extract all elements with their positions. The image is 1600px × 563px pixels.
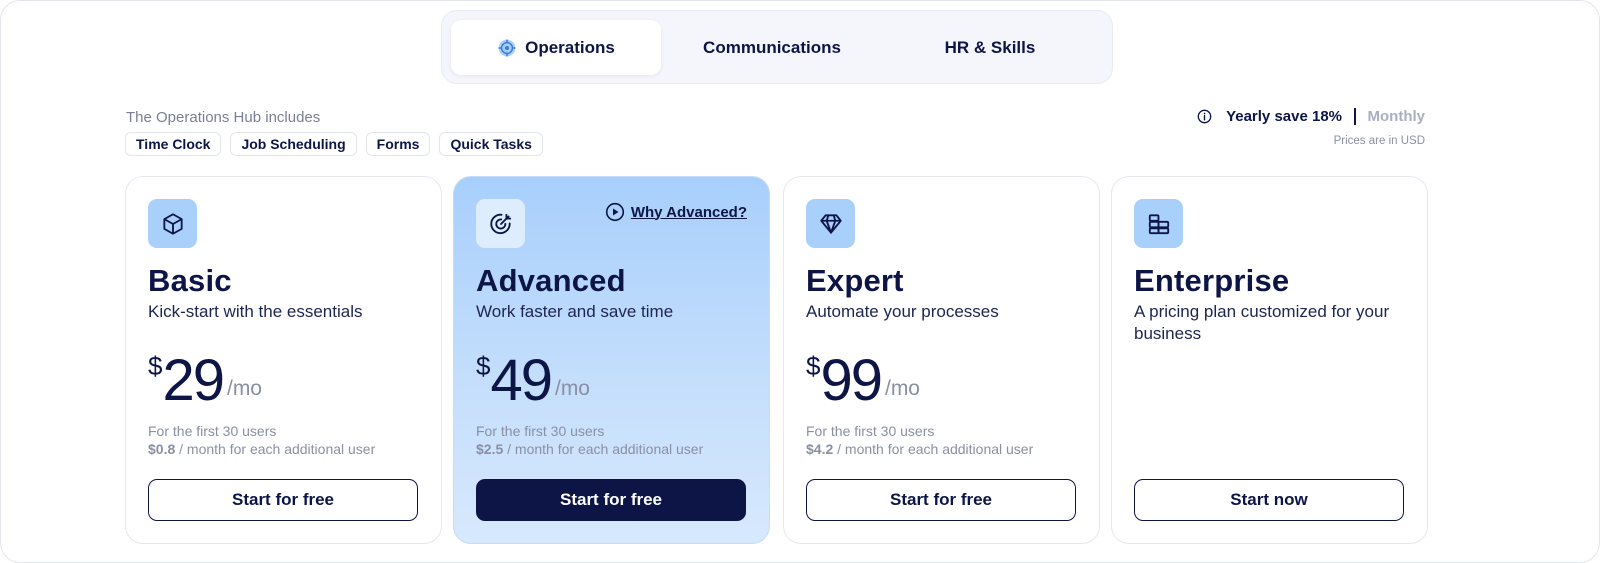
pricing-panel: Operations Communications HR & Skills Th… <box>0 0 1600 563</box>
price-period: /mo <box>884 377 920 400</box>
play-circle-icon <box>605 202 624 222</box>
feature-chips: Time Clock Job Scheduling Forms Quick Ta… <box>125 132 543 156</box>
tab-communications-label: Communications <box>703 37 841 57</box>
plan-icon-box <box>1134 199 1183 248</box>
plan-name: Advanced <box>476 263 626 298</box>
start-now-button[interactable]: Start now <box>1134 479 1404 521</box>
billing-divider <box>1354 108 1356 125</box>
hub-tabs: Operations Communications HR & Skills <box>441 10 1113 84</box>
tab-hr-skills-label: HR & Skills <box>944 37 1036 57</box>
plan-card-advanced: Why Advanced? Advanced Work faster and s… <box>453 176 770 544</box>
price-currency: $ <box>806 351 821 381</box>
extra-price-text: / month for each additional user <box>833 441 1034 457</box>
plan-icon-box <box>476 199 525 248</box>
plan-icon-box <box>148 199 197 248</box>
price-period: /mo <box>554 377 590 400</box>
plan-icon-box <box>806 199 855 248</box>
plan-name: Basic <box>148 263 232 298</box>
plan-extra-user-price: $4.2 / month for each additional user <box>806 441 1033 457</box>
why-advanced-link[interactable]: Why Advanced? <box>605 202 747 222</box>
start-for-free-button[interactable]: Start for free <box>806 479 1076 521</box>
price-amount: 29 <box>162 348 224 413</box>
chip-time-clock[interactable]: Time Clock <box>125 132 222 156</box>
plan-user-note: For the first 30 users <box>806 423 935 439</box>
extra-price-value: $4.2 <box>806 441 834 457</box>
plan-subtitle: Work faster and save time <box>476 302 674 321</box>
plan-card-enterprise: Enterprise A pricing plan customized for… <box>1111 176 1428 544</box>
billing-yearly-option[interactable]: Yearly save 18% <box>1226 108 1342 125</box>
plan-subtitle: Kick-start with the essentials <box>148 302 363 321</box>
extra-price-value: $2.5 <box>476 441 504 457</box>
gear-badge-icon <box>498 38 516 57</box>
start-for-free-button[interactable]: Start for free <box>148 479 418 521</box>
extra-price-text: / month for each additional user <box>175 441 376 457</box>
diamond-icon <box>819 213 842 234</box>
extra-price-text: / month for each additional user <box>503 441 704 457</box>
cube-icon <box>162 212 183 235</box>
info-icon[interactable] <box>1197 109 1212 124</box>
price-period: /mo <box>226 377 262 400</box>
tab-communications[interactable]: Communications <box>667 20 877 75</box>
tab-hr-skills[interactable]: HR & Skills <box>885 20 1095 75</box>
currency-note: Prices are in USD <box>1333 135 1425 147</box>
billing-toggle: Yearly save 18% Monthly <box>1197 108 1425 125</box>
why-advanced-label: Why Advanced? <box>630 203 747 221</box>
price-currency: $ <box>476 351 491 381</box>
plan-user-note: For the first 30 users <box>476 423 605 439</box>
plan-subtitle: A pricing plan customized for your busin… <box>1134 302 1390 343</box>
plan-card-basic: Basic Kick-start with the essentials $ 2… <box>125 176 442 544</box>
price-currency: $ <box>148 351 163 381</box>
plan-price: $ 49 /mo <box>476 349 590 413</box>
plan-price: $ 29 /mo <box>148 349 262 413</box>
plan-user-note: For the first 30 users <box>148 423 277 439</box>
price-amount: 99 <box>820 348 882 413</box>
plan-name: Expert <box>806 263 904 298</box>
chip-job-scheduling[interactable]: Job Scheduling <box>230 132 357 156</box>
tab-operations-label: Operations <box>525 37 615 57</box>
plan-price: $ 99 /mo <box>806 349 920 413</box>
plan-extra-user-price: $2.5 / month for each additional user <box>476 441 703 457</box>
extra-price-value: $0.8 <box>148 441 176 457</box>
plan-card-expert: Expert Automate your processes $ 99 /mo … <box>783 176 1100 544</box>
hub-includes-label: The Operations Hub includes <box>126 109 321 126</box>
plan-extra-user-price: $0.8 / month for each additional user <box>148 441 375 457</box>
building-blocks-icon <box>1148 213 1169 234</box>
start-for-free-button[interactable]: Start for free <box>476 479 746 521</box>
chip-quick-tasks[interactable]: Quick Tasks <box>439 132 543 156</box>
plan-name: Enterprise <box>1134 263 1290 298</box>
chip-forms[interactable]: Forms <box>365 132 431 156</box>
target-icon <box>489 213 511 234</box>
billing-monthly-option[interactable]: Monthly <box>1368 108 1426 125</box>
price-amount: 49 <box>490 348 552 413</box>
plan-subtitle: Automate your processes <box>806 302 999 321</box>
tab-operations[interactable]: Operations <box>451 20 661 75</box>
